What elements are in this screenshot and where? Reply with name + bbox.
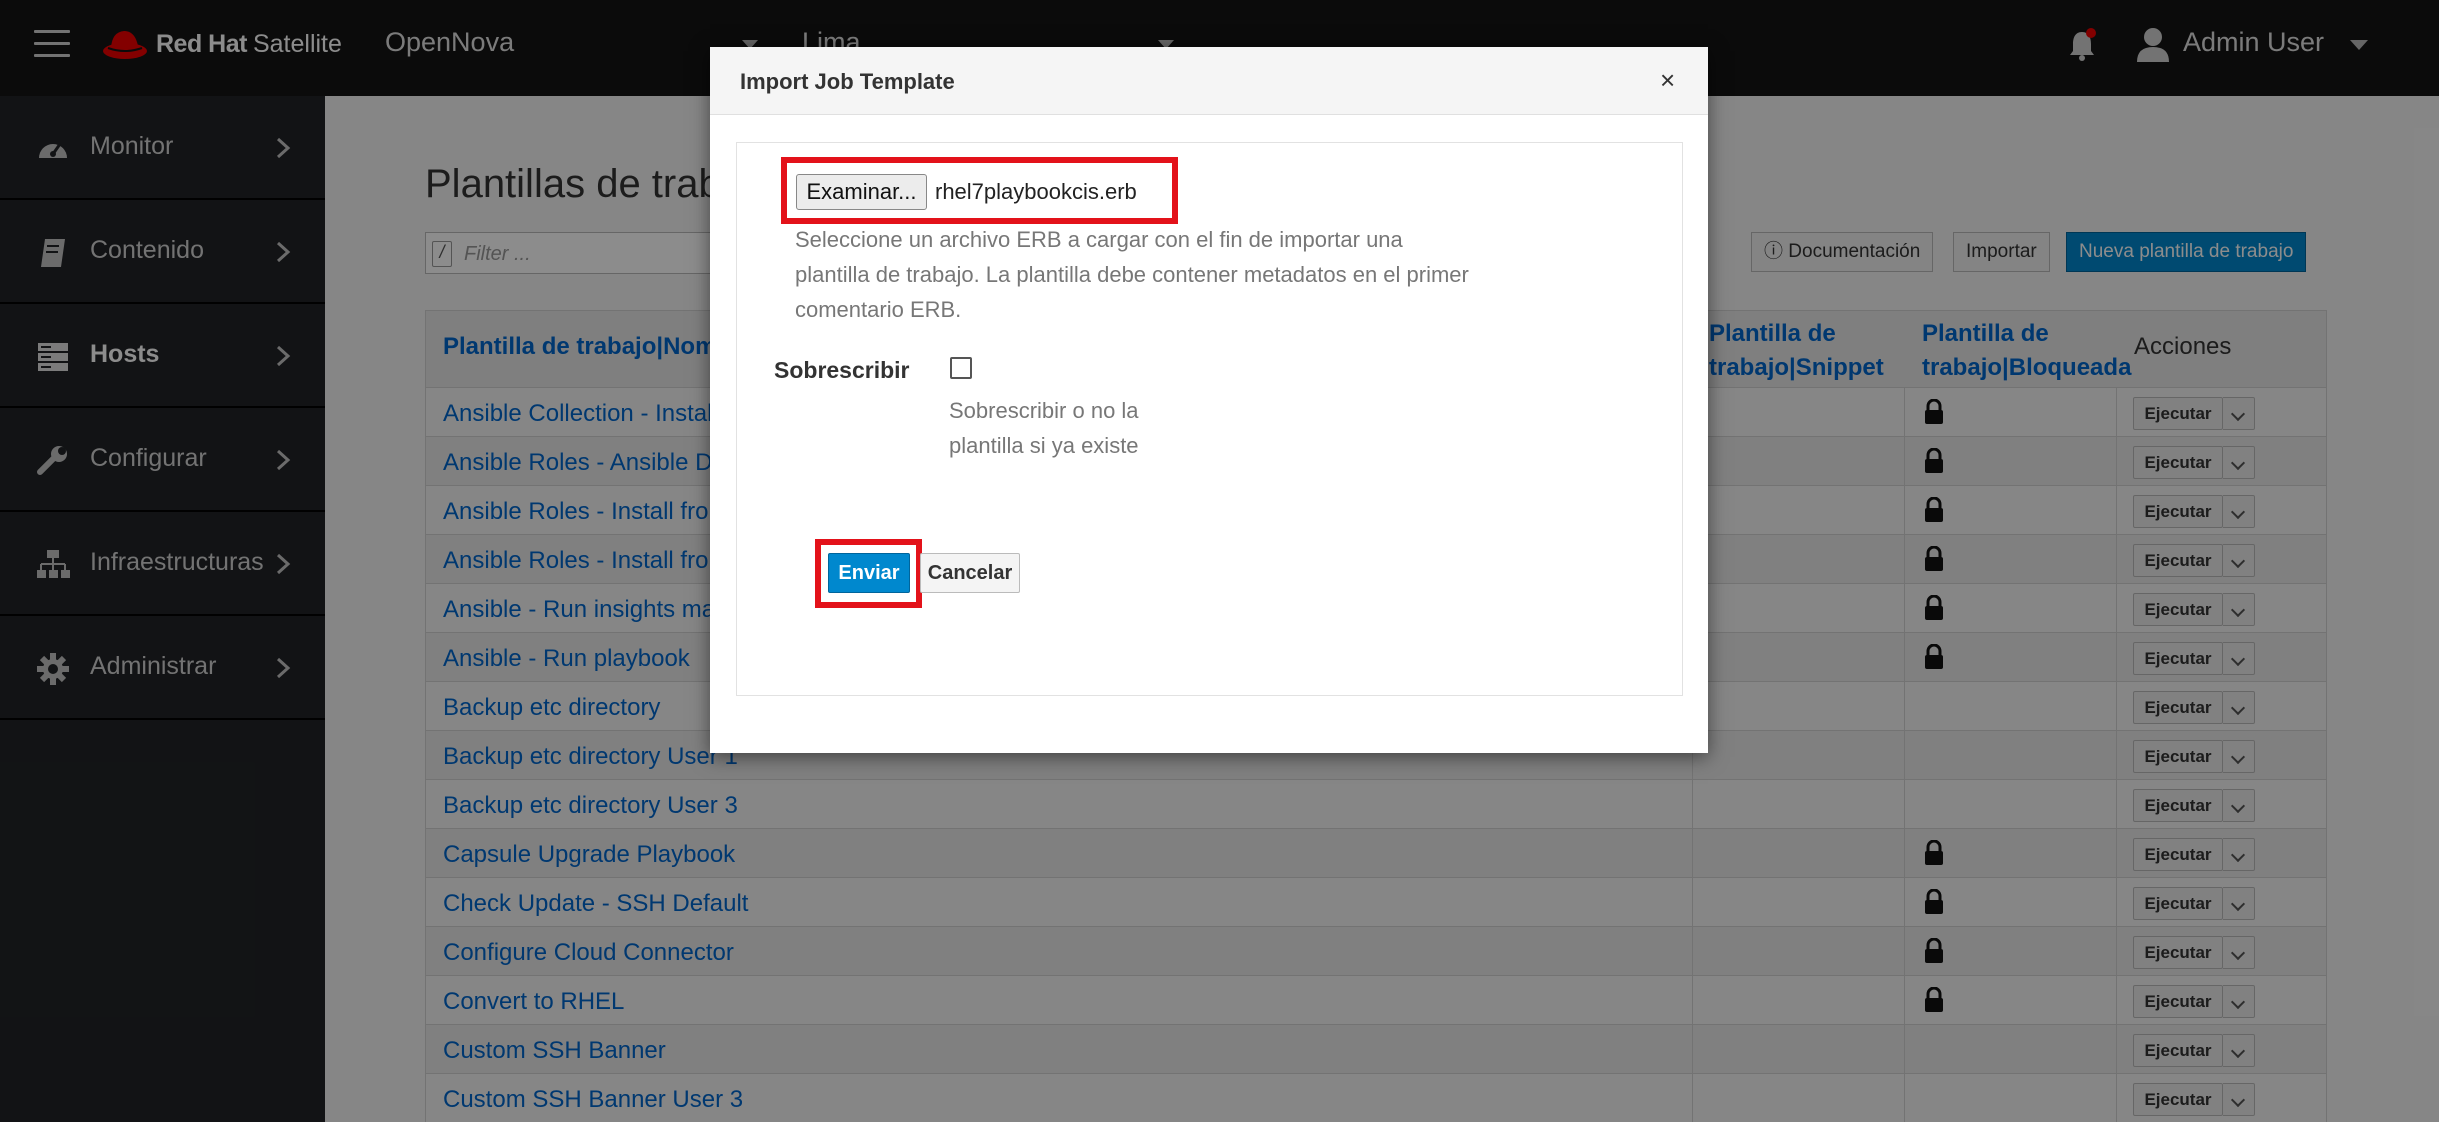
cancel-button[interactable]: Cancelar bbox=[920, 553, 1020, 593]
overwrite-label: Sobrescribir bbox=[774, 357, 910, 383]
overwrite-checkbox[interactable] bbox=[950, 357, 972, 379]
browse-file-button[interactable]: Examinar... bbox=[796, 174, 927, 210]
submit-button[interactable]: Enviar bbox=[828, 553, 910, 593]
file-help-text: Seleccione un archivo ERB a cargar con e… bbox=[795, 227, 1469, 322]
selected-file-name: rhel7playbookcis.erb bbox=[935, 179, 1137, 204]
modal-header: Import Job Template × bbox=[710, 47, 1708, 115]
close-icon[interactable]: × bbox=[1660, 65, 1675, 96]
overwrite-help-text: Sobrescribir o no la plantilla si ya exi… bbox=[949, 398, 1139, 458]
modal-title: Import Job Template bbox=[740, 69, 955, 94]
import-job-template-dialog: Import Job Template × bbox=[710, 47, 1708, 753]
